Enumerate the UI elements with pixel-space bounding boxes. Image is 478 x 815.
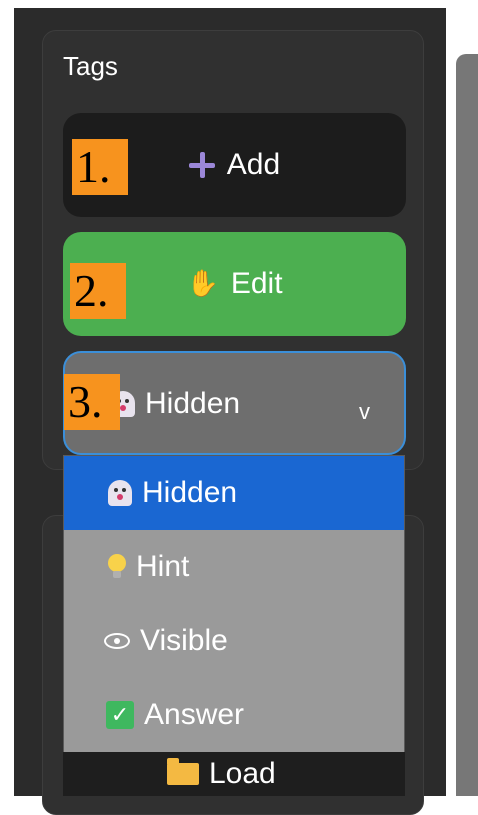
plus-icon [188,152,215,178]
menu-item-answer[interactable]: ✓ Answer [64,678,404,752]
step-badge-3: 3. [64,374,120,430]
edit-button-label: Edit [230,267,283,300]
chevron-down-icon: v [359,399,370,424]
step-badge-2: 2. [70,263,126,319]
check-icon: ✓ [106,701,134,729]
menu-item-hidden[interactable]: Hidden [64,456,404,530]
add-button-label: Add [226,148,281,181]
menu-item-label: Hint [136,550,190,583]
visibility-select-value: Hidden [145,387,241,420]
menu-item-label: Answer [144,698,245,731]
hand-icon: ✋ [186,269,219,299]
lightbulb-icon [108,554,126,580]
panel-title: Tags [63,51,118,81]
menu-item-hint[interactable]: Hint [64,530,404,604]
eye-icon [104,633,130,649]
scroll-area[interactable] [456,54,478,796]
visibility-dropdown-menu: Hidden Hint Visible ✓ Answer [63,455,405,753]
page-margin [0,0,14,796]
folder-icon [167,758,199,785]
menu-item-label: Visible [140,624,228,657]
menu-item-label: Hidden [142,476,238,509]
load-button[interactable]: Load [63,752,405,796]
load-button-label: Load [209,757,276,790]
menu-item-visible[interactable]: Visible [64,604,404,678]
ghost-icon [108,480,132,506]
step-badge-1: 1. [72,139,128,195]
